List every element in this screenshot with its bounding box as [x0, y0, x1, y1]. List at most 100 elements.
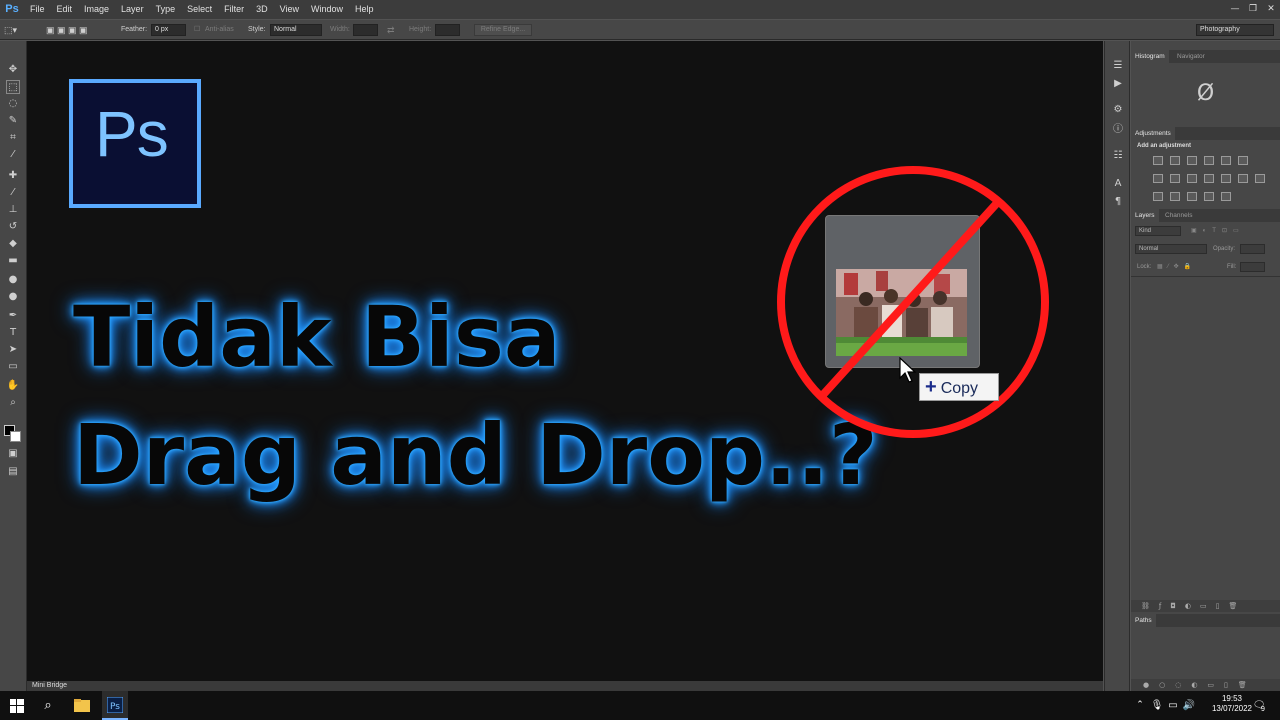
minimize-button[interactable]: — [1226, 0, 1244, 19]
marquee-tool-icon[interactable]: ⬚ [6, 80, 20, 94]
menu-3d[interactable]: 3D [250, 0, 274, 19]
width-input[interactable] [353, 24, 378, 36]
menu-window[interactable]: Window [305, 0, 349, 19]
menu-edit[interactable]: Edit [51, 0, 79, 19]
properties-panel-icon[interactable]: ⚙ [1111, 103, 1125, 117]
notification-center-icon[interactable]: 🗨 [1250, 691, 1268, 720]
clock-date: 13/07/2022 [1211, 704, 1252, 713]
style-select[interactable]: Normal [270, 24, 322, 36]
zoom-tool-icon[interactable]: ⌕ [6, 396, 20, 410]
windows-taskbar: ⌕ Ps ⌃ 🎙 ▭ 🔊 19:53 13/07/2022 🗨 9 [0, 691, 1280, 720]
brush-tool-icon[interactable]: ⁄ [6, 186, 20, 200]
background-color-swatch[interactable] [10, 431, 21, 442]
canvas[interactable]: Ps Tidak Bisa Drag and Drop..? + Copy [27, 41, 1103, 681]
history-brush-tool-icon[interactable]: ↺ [6, 220, 20, 234]
close-button[interactable]: ✕ [1262, 0, 1280, 19]
options-bar: ⬚▾ ▣ ▣ ▣ ▣ Feather: 0 px ☐ Anti-alias St… [0, 20, 1280, 40]
menu-type[interactable]: Type [150, 0, 182, 19]
menu-help[interactable]: Help [349, 0, 380, 19]
lock-icons[interactable]: ▦⁄✥🔒 [1157, 263, 1196, 270]
layers-panel-tabs: Layers Channels [1131, 209, 1280, 222]
pen-tool-icon[interactable]: ✒ [6, 309, 20, 323]
lock-label: Lock: [1137, 264, 1152, 270]
adjustment-icons-row-1[interactable] [1153, 156, 1248, 165]
paragraph-panel-icon[interactable]: ¶ [1111, 195, 1125, 209]
adjustment-icons-row-2[interactable] [1153, 174, 1265, 183]
rectangle-tool-icon[interactable]: ▭ [6, 360, 20, 374]
paths-panel-tabs: Paths [1131, 614, 1280, 627]
system-clock[interactable]: 19:53 13/07/2022 [1212, 694, 1252, 714]
selection-mode-icons[interactable]: ▣ ▣ ▣ ▣ [46, 20, 88, 40]
character-panel-icon[interactable]: A [1111, 177, 1125, 191]
menu-image[interactable]: Image [78, 0, 115, 19]
file-explorer-icon[interactable] [70, 691, 94, 720]
dodge-tool-icon[interactable]: ● [6, 290, 20, 304]
tab-adjustments[interactable]: Adjustments [1131, 127, 1175, 140]
blur-tool-icon[interactable]: ● [6, 273, 20, 287]
menu-filter[interactable]: Filter [218, 0, 250, 19]
mouse-cursor-icon [899, 357, 917, 383]
histogram-panel: Ø [1131, 63, 1280, 125]
paths-footer-icons[interactable]: ●○◌◐▭▯🗑 [1131, 679, 1280, 691]
search-icon[interactable]: ⌕ [38, 691, 58, 720]
opacity-input[interactable] [1240, 244, 1265, 254]
eyedropper-tool-icon[interactable]: ⁄ [6, 148, 20, 162]
quick-mask-icon[interactable]: ▣ [6, 447, 20, 461]
menu-view[interactable]: View [274, 0, 305, 19]
clone-stamp-tool-icon[interactable]: ⊥ [6, 203, 20, 217]
move-tool-icon[interactable]: ✥ [6, 63, 20, 77]
layer-comps-panel-icon[interactable]: ☷ [1111, 149, 1125, 163]
adjustments-panel-tabs: Adjustments [1131, 127, 1280, 140]
history-panel-icon[interactable]: ☰ [1111, 59, 1125, 73]
refine-edge-button[interactable]: Refine Edge... [474, 24, 532, 36]
layers-footer-icons[interactable]: ⛓ƒ◘◐▭▯🗑 [1131, 600, 1280, 612]
adjustment-icons-row-3[interactable] [1153, 192, 1231, 201]
marquee-tool-preset-icon[interactable]: ⬚▾ [4, 20, 17, 40]
workspace-select[interactable]: Photography [1196, 24, 1274, 36]
quick-selection-tool-icon[interactable]: ✎ [6, 114, 20, 128]
crop-tool-icon[interactable]: ⌗ [6, 131, 20, 145]
tab-histogram[interactable]: Histogram [1131, 50, 1169, 63]
volume-icon[interactable]: 🔊 [1182, 691, 1196, 720]
swap-icon[interactable]: ⇄ [387, 20, 395, 40]
tab-channels[interactable]: Channels [1161, 209, 1196, 222]
tab-paths[interactable]: Paths [1131, 614, 1156, 627]
network-icon[interactable]: ▭ [1166, 691, 1180, 720]
hand-tool-icon[interactable]: ✋ [6, 379, 20, 393]
fill-input[interactable] [1240, 262, 1265, 272]
menu-bar: Ps File Edit Image Layer Type Select Fil… [0, 0, 1280, 19]
photoshop-taskbar-icon[interactable]: Ps [102, 691, 128, 720]
copy-tooltip: + Copy [919, 373, 999, 401]
eraser-tool-icon[interactable]: ◆ [6, 237, 20, 251]
screen-mode-icon[interactable]: ▤ [6, 465, 20, 479]
lasso-tool-icon[interactable]: ◌ [6, 97, 20, 111]
photoshop-logo: Ps [5, 3, 19, 15]
prohibited-sign-icon [777, 166, 1049, 438]
layer-filter-icons[interactable]: ▣◐T⊡▭ [1191, 227, 1245, 234]
healing-brush-tool-icon[interactable]: ✚ [6, 169, 20, 183]
tab-navigator[interactable]: Navigator [1173, 50, 1209, 63]
headline-line-1: Tidak Bisa [73, 288, 561, 386]
antialias-checkbox[interactable]: ☐ [194, 20, 200, 40]
gradient-tool-icon[interactable]: ▬ [6, 254, 20, 268]
opacity-label: Opacity: [1213, 246, 1236, 252]
divider [1131, 276, 1280, 277]
feather-input[interactable]: 0 px [151, 24, 186, 36]
info-panel-icon[interactable]: ⓘ [1111, 123, 1125, 137]
clock-time: 19:53 [1221, 694, 1242, 703]
mini-bridge-bar[interactable]: Mini Bridge [27, 681, 1103, 691]
restore-button[interactable]: ❐ [1244, 0, 1262, 19]
fill-label: Fill: [1227, 264, 1237, 270]
microphone-icon[interactable]: 🎙 [1150, 691, 1164, 720]
windows-start-icon[interactable] [7, 691, 27, 720]
menu-select[interactable]: Select [181, 0, 218, 19]
height-input[interactable] [435, 24, 460, 36]
tab-layers[interactable]: Layers [1131, 209, 1159, 222]
style-label: Style: [248, 26, 266, 33]
actions-panel-icon[interactable]: ▶ [1111, 77, 1125, 91]
menu-layer[interactable]: Layer [115, 0, 150, 19]
show-hidden-icons[interactable]: ⌃ [1133, 691, 1147, 720]
menu-file[interactable]: File [24, 0, 51, 19]
type-tool-icon[interactable]: T [6, 326, 20, 340]
path-selection-tool-icon[interactable]: ➤ [6, 343, 20, 357]
